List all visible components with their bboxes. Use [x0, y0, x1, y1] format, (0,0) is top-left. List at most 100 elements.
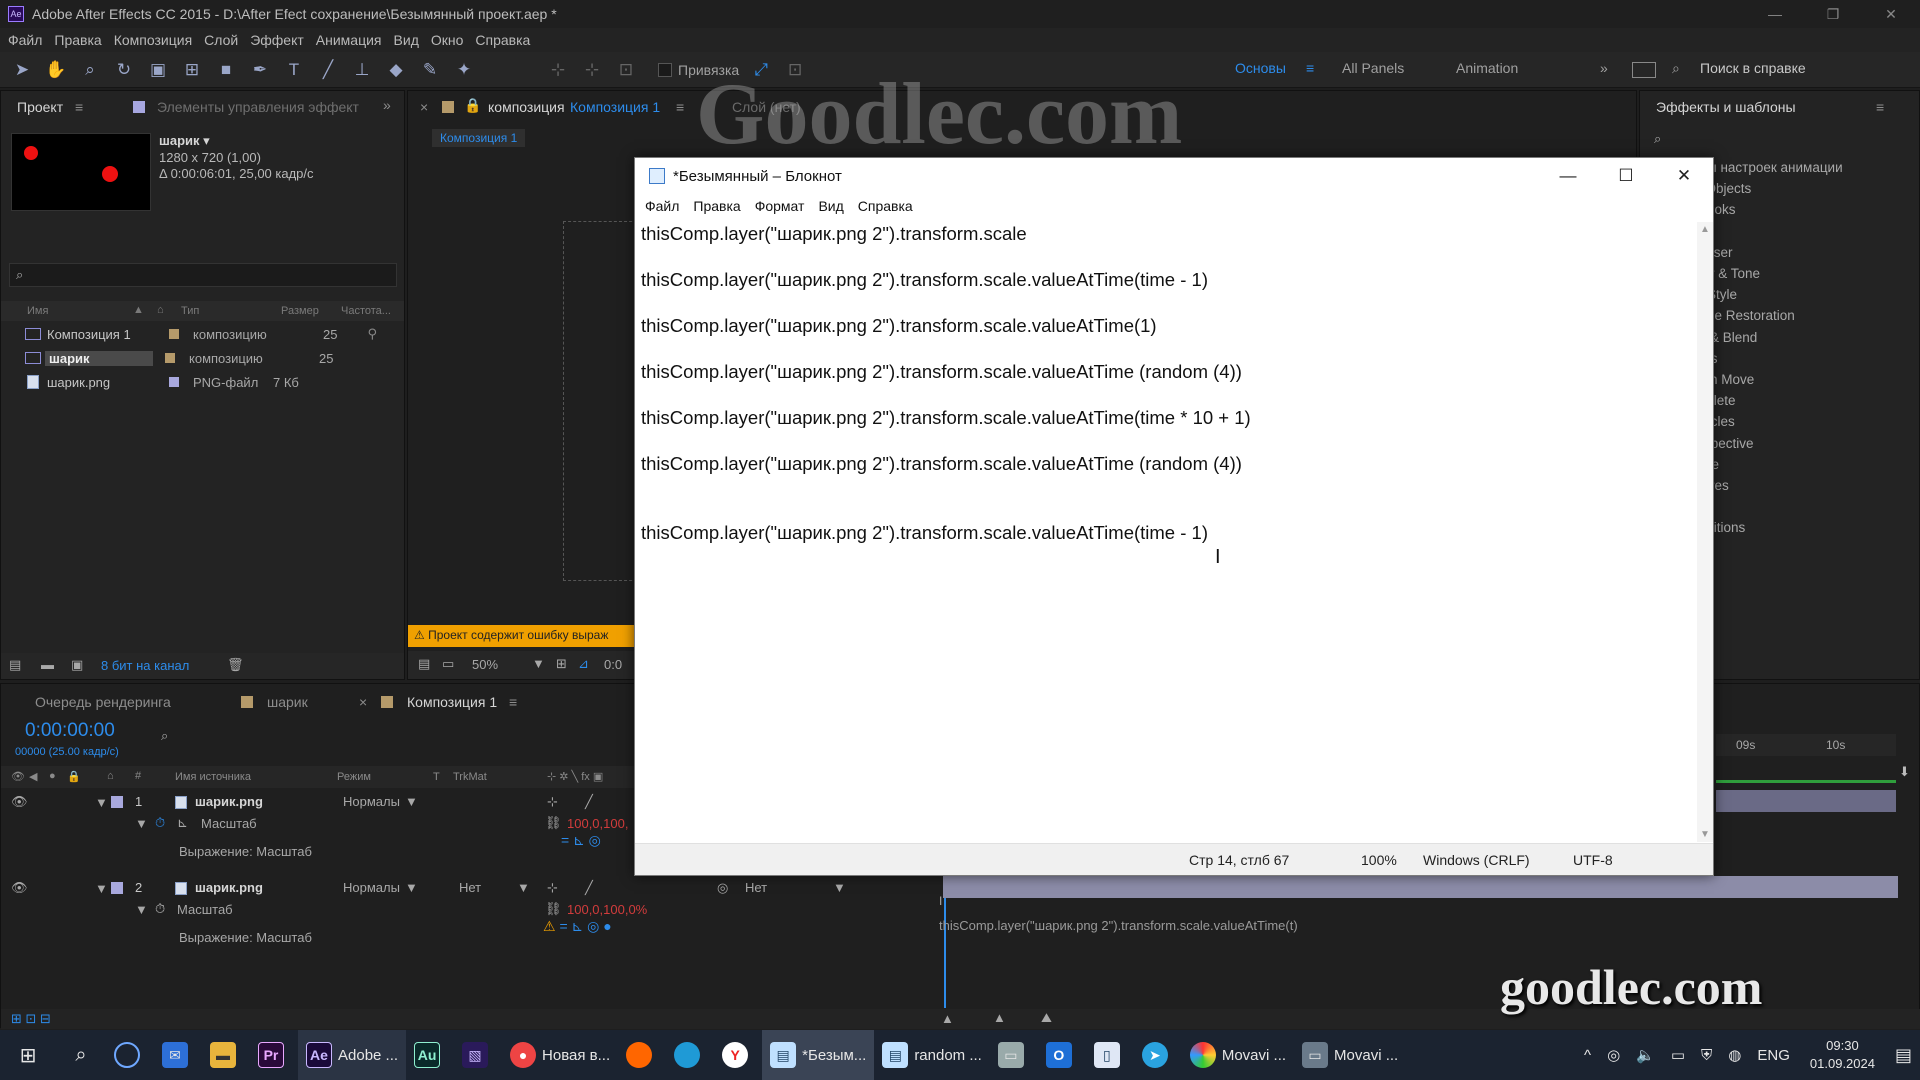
search-icon[interactable]: ⌕ — [56, 1030, 106, 1080]
solo-icon[interactable]: ● — [49, 770, 56, 782]
project-row[interactable]: Композиция 1 композицию 25 ⚲ — [1, 323, 404, 345]
workspace-all-panels[interactable]: All Panels — [1342, 60, 1404, 76]
link-icon[interactable]: ⛓ — [545, 901, 562, 917]
np-menu-help[interactable]: Справка — [854, 198, 923, 214]
project-item-name[interactable]: шарик ▾ — [159, 133, 210, 149]
scroll-up-icon[interactable]: ▲ — [1700, 224, 1710, 235]
workspace-menu-icon[interactable]: ≡ — [1306, 60, 1314, 76]
tab-effect-controls[interactable]: Элементы управления эффект — [157, 99, 359, 115]
layer-name[interactable]: шарик.png — [195, 794, 263, 809]
effect-category[interactable]: atch Move — [1692, 369, 1912, 390]
expression-controls[interactable]: = ⊾ ◎ — [561, 832, 601, 849]
effect-category[interactable]: olor & Tone — [1692, 263, 1912, 284]
new-folder-icon[interactable]: ▬ — [41, 657, 54, 672]
close-icon[interactable]: ✕ — [1655, 158, 1713, 194]
label-swatch[interactable] — [169, 377, 179, 387]
eye-icon[interactable]: 👁 — [11, 770, 25, 783]
restore-icon[interactable]: ❐ — [1804, 0, 1862, 28]
tab-composition-1[interactable]: Композиция 1 — [407, 694, 497, 710]
tab-render-queue[interactable]: Очередь рендеринга — [35, 694, 171, 710]
telegram-icon[interactable]: ➤ — [1134, 1030, 1182, 1080]
effect-category[interactable]: o — [1692, 603, 1912, 624]
comp-tab-prefix[interactable]: композиция — [488, 99, 565, 115]
notepad-scrollbar[interactable]: ▲ ▼ — [1697, 222, 1713, 842]
close-icon[interactable]: ✕ — [1862, 0, 1920, 28]
expression-error-banner[interactable]: ⚠ Проект содержит ошибку выраж — [408, 625, 638, 647]
taskbar-app-notepad-random[interactable]: ▤ random ... — [874, 1030, 990, 1080]
maximize-icon[interactable]: ☐ — [1597, 158, 1655, 194]
layer-duration-bar[interactable] — [1716, 790, 1896, 812]
tab-project[interactable]: Проект — [17, 99, 63, 115]
np-menu-file[interactable]: Файл — [641, 198, 689, 214]
footer-switch-icons[interactable]: ⊞ ⊡ ⊟ — [11, 1011, 51, 1027]
np-menu-view[interactable]: Вид — [814, 198, 853, 214]
audition-icon[interactable]: Au — [406, 1030, 454, 1080]
col-source-name[interactable]: Имя источника — [175, 771, 251, 783]
np-menu-edit[interactable]: Правка — [689, 198, 750, 214]
layer-name[interactable]: шарик.png — [195, 880, 263, 895]
document-icon[interactable]: ▯ — [1086, 1030, 1134, 1080]
np-menu-format[interactable]: Формат — [751, 198, 815, 214]
zoom-tool-icon[interactable]: ⌕ — [78, 58, 102, 82]
visibility-eye-icon[interactable]: 👁 — [11, 794, 28, 810]
link-icon[interactable]: ⛓ — [545, 815, 562, 831]
work-area-bar[interactable] — [1716, 780, 1896, 783]
tray-globe-icon[interactable]: ◍ — [1720, 1030, 1749, 1080]
effect-category[interactable]: erspective — [1692, 433, 1912, 454]
taskbar-app-notepad-active[interactable]: ▤ *Безым... — [762, 1030, 875, 1080]
effect-category[interactable]: D Objects — [1692, 178, 1912, 199]
parent-pickwhip-icon[interactable]: ◎ — [717, 880, 728, 896]
firefox-icon[interactable] — [618, 1030, 666, 1080]
lock-icon[interactable]: 🔒 — [464, 97, 481, 114]
effect-category[interactable]: ghts — [1692, 348, 1912, 369]
stopwatch-icon[interactable]: ⏱ — [155, 901, 165, 917]
switches-icons[interactable]: ⊹ ✲ ╲ fx ▣ — [547, 770, 603, 783]
flowchart-icon[interactable]: ⚲ — [367, 326, 377, 342]
chevron-down-icon[interactable]: ▼ — [833, 880, 846, 895]
layer-mode-select[interactable]: Нормалы — [343, 880, 400, 895]
quality-icon[interactable]: ╱ — [585, 794, 593, 810]
col-type[interactable]: Тип — [181, 305, 199, 317]
minimize-icon[interactable]: — — [1539, 158, 1597, 194]
tray-chevron-up-icon[interactable]: ^ — [1576, 1030, 1599, 1080]
search-icon[interactable]: ⌕ — [161, 728, 168, 744]
effect-category[interactable]: articles — [1692, 411, 1912, 432]
outlook-icon[interactable]: O — [1038, 1030, 1086, 1080]
project-row[interactable]: шарик.png PNG-файл 7 Кб — [1, 371, 404, 393]
axis-view-icon[interactable]: ⊡ — [614, 58, 638, 82]
cortana-icon[interactable] — [106, 1030, 154, 1080]
effect-category[interactable]: arp — [1692, 539, 1912, 560]
col-name[interactable]: Имя — [27, 305, 48, 317]
brush-tool-icon[interactable]: ╱ — [316, 58, 340, 82]
col-fps[interactable]: Частота... — [341, 305, 391, 317]
comp-tab-menu-icon[interactable]: ≡ — [676, 99, 684, 115]
bit-depth-button[interactable]: 8 бит на канал — [101, 658, 189, 673]
visibility-eye-icon[interactable]: 👁 — [11, 880, 28, 896]
zoom-out-icon[interactable]: ▲ — [941, 1011, 954, 1026]
chevron-down-icon[interactable]: ▼ — [517, 880, 530, 895]
label-swatch[interactable] — [111, 882, 123, 894]
parent-select[interactable]: Нет — [745, 880, 767, 895]
effect-category[interactable]: t Looks — [1692, 199, 1912, 220]
project-search-input[interactable]: ⌕ — [9, 263, 397, 287]
effect-category[interactable]: xtures — [1692, 475, 1912, 496]
sort-arrow-icon[interactable]: ▲ — [133, 304, 144, 316]
tray-network-icon[interactable]: ◎ — [1599, 1030, 1628, 1080]
start-button[interactable]: ⊞ — [0, 1030, 56, 1080]
taskbar-app-after-effects[interactable]: Ae Adobe ... — [298, 1030, 407, 1080]
layer-duration-bar[interactable] — [943, 876, 1898, 898]
label-swatch[interactable] — [165, 353, 175, 363]
stopwatch-icon[interactable]: ⏱ — [155, 815, 165, 831]
menu-edit[interactable]: Правка — [52, 32, 111, 48]
interpret-footage-icon[interactable]: ▤ — [9, 657, 21, 673]
premiere-icon[interactable]: Pr — [250, 1030, 298, 1080]
effect-category[interactable]: ины настроек анимации — [1692, 157, 1912, 178]
tab-sharik[interactable]: шарик — [267, 694, 308, 710]
marker-icon[interactable]: ⬇ — [1899, 764, 1910, 780]
menu-layer[interactable]: Слой — [202, 32, 248, 48]
project-tab-menu-icon[interactable]: ≡ — [75, 99, 83, 115]
rotate-tool-icon[interactable]: ↻ — [112, 58, 136, 82]
expression-field[interactable]: thisComp.layer("шарик.png 2").transform.… — [939, 918, 1298, 933]
clone-tool-icon[interactable]: ⊥ — [350, 58, 374, 82]
tray-volume-icon[interactable]: 🔈 — [1628, 1030, 1663, 1080]
